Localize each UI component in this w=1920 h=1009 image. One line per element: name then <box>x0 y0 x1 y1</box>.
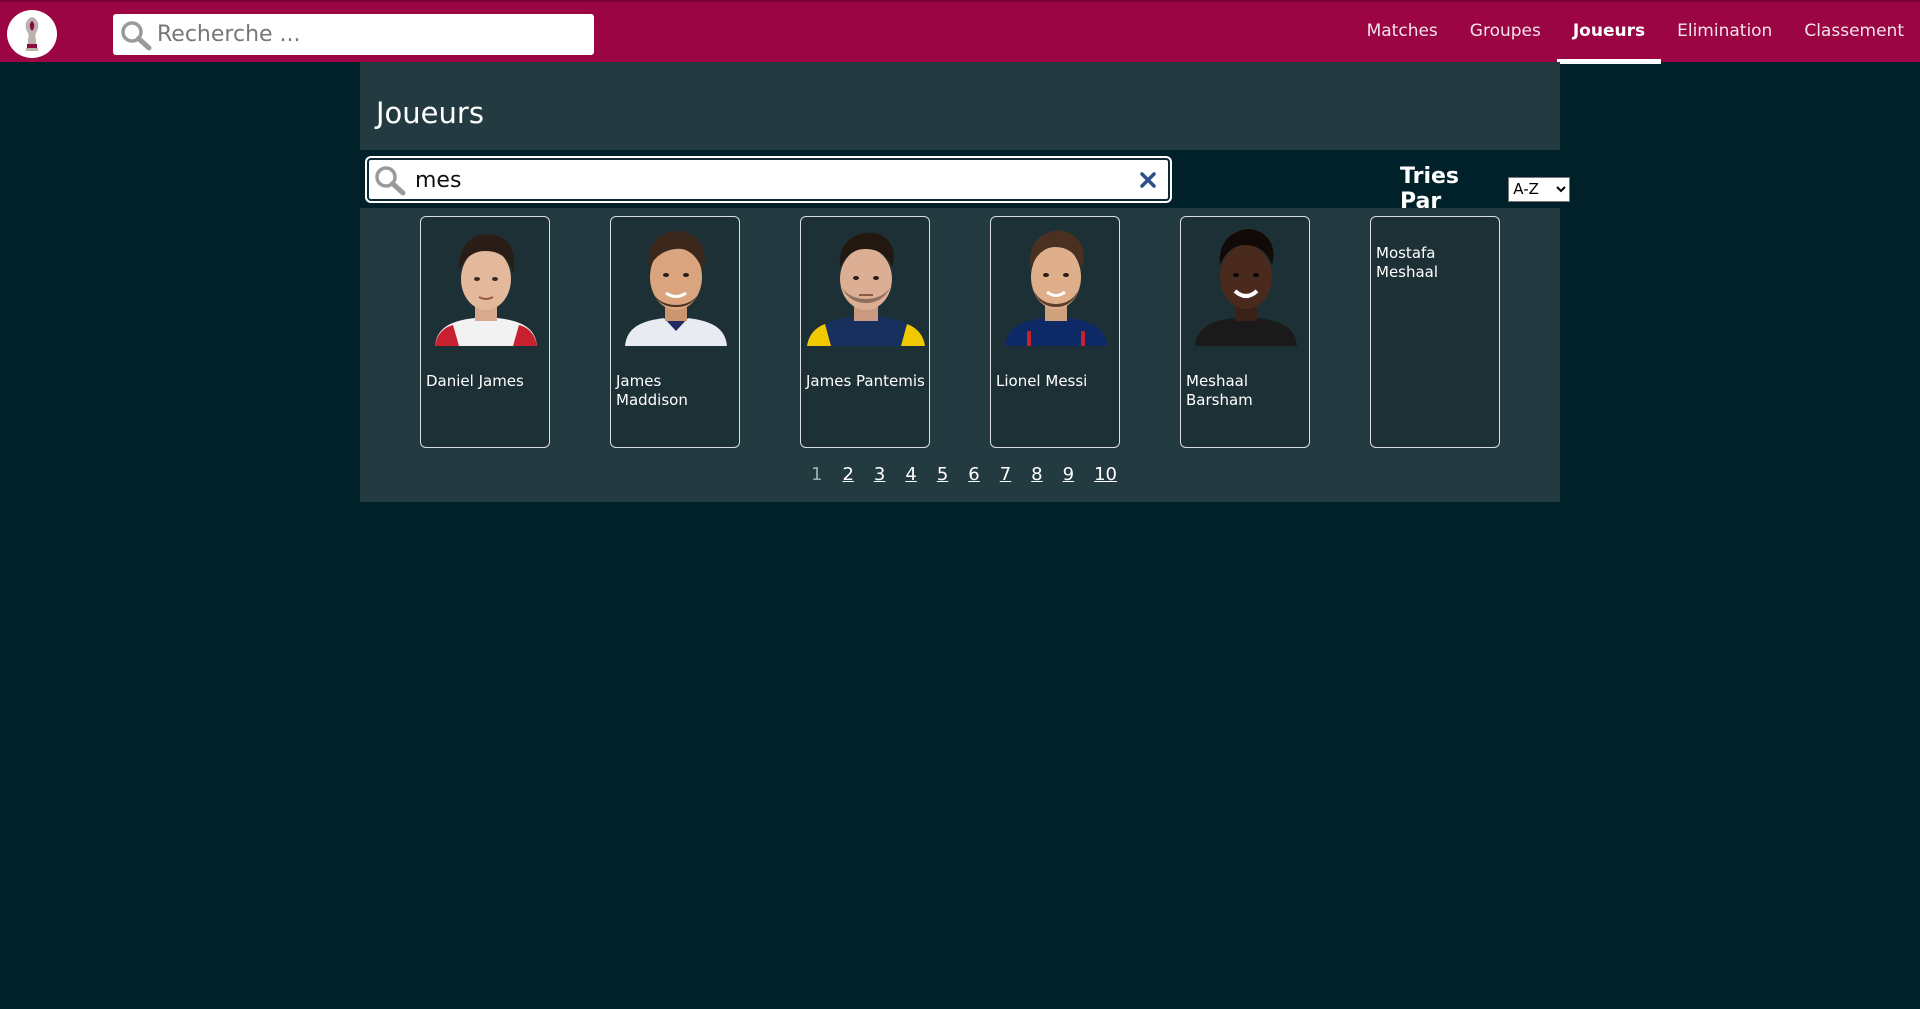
player-search-input[interactable] <box>415 164 1105 196</box>
page-link[interactable]: 4 <box>905 464 916 485</box>
player-card-list: Daniel James James Maddison James Pantem… <box>420 216 1560 448</box>
player-name: Meshaal Barsham <box>1186 372 1253 409</box>
player-photo <box>617 221 735 346</box>
top-navigation-bar: Matches Groupes Joueurs Elimination Clas… <box>0 0 1920 64</box>
global-search-input[interactable] <box>157 17 577 52</box>
page-link[interactable]: 2 <box>842 464 853 485</box>
nav-elimination[interactable]: Elimination <box>1661 2 1788 62</box>
search-icon <box>119 19 153 55</box>
player-name: Daniel James <box>426 372 524 390</box>
page-link[interactable]: 5 <box>937 464 948 485</box>
player-card[interactable]: Mostafa Meshaal <box>1370 216 1500 448</box>
page-link[interactable]: 10 <box>1094 464 1117 485</box>
player-search-box[interactable] <box>367 158 1170 201</box>
player-photo <box>427 221 545 346</box>
player-card[interactable]: Lionel Messi <box>990 216 1120 448</box>
player-photo <box>807 221 925 346</box>
player-name: Lionel Messi <box>996 372 1088 390</box>
search-icon <box>373 164 407 200</box>
page-link[interactable]: 9 <box>1063 464 1074 485</box>
page-link[interactable]: 6 <box>968 464 979 485</box>
world-cup-trophy-icon[interactable] <box>7 10 57 58</box>
close-icon[interactable] <box>1136 168 1160 192</box>
player-card[interactable]: James Pantemis <box>800 216 930 448</box>
page-current: 1 <box>811 464 823 485</box>
pagination: 1 2 3 4 5 6 7 8 9 10 <box>360 464 1560 485</box>
nav-matches[interactable]: Matches <box>1351 2 1454 62</box>
page-header: Joueurs <box>360 62 1560 150</box>
nav-groupes[interactable]: Groupes <box>1454 2 1557 62</box>
player-card[interactable]: James Maddison <box>610 216 740 448</box>
sort-control: Tries Par A-Z <box>1400 164 1570 214</box>
player-name: James Pantemis <box>806 372 925 390</box>
player-name: James Maddison <box>616 372 688 409</box>
sort-label: Tries Par <box>1400 164 1459 214</box>
main-nav: Matches Groupes Joueurs Elimination Clas… <box>1351 2 1920 64</box>
nav-joueurs[interactable]: Joueurs <box>1556 2 1662 64</box>
page-title: Joueurs <box>376 96 484 130</box>
page-link[interactable]: 8 <box>1031 464 1042 485</box>
player-card[interactable]: Meshaal Barsham <box>1180 216 1310 448</box>
player-photo <box>1187 221 1305 346</box>
global-search-box[interactable] <box>113 14 594 55</box>
players-toolbar: Tries Par A-Z <box>360 150 1570 214</box>
player-card[interactable]: Daniel James <box>420 216 550 448</box>
player-results: Daniel James James Maddison James Pantem… <box>360 208 1560 502</box>
player-photo <box>997 221 1115 346</box>
player-name: Mostafa Meshaal <box>1376 244 1439 281</box>
nav-classement[interactable]: Classement <box>1788 2 1920 62</box>
page-link[interactable]: 3 <box>874 464 885 485</box>
page-link[interactable]: 7 <box>1000 464 1011 485</box>
sort-select[interactable]: A-Z <box>1508 176 1570 202</box>
